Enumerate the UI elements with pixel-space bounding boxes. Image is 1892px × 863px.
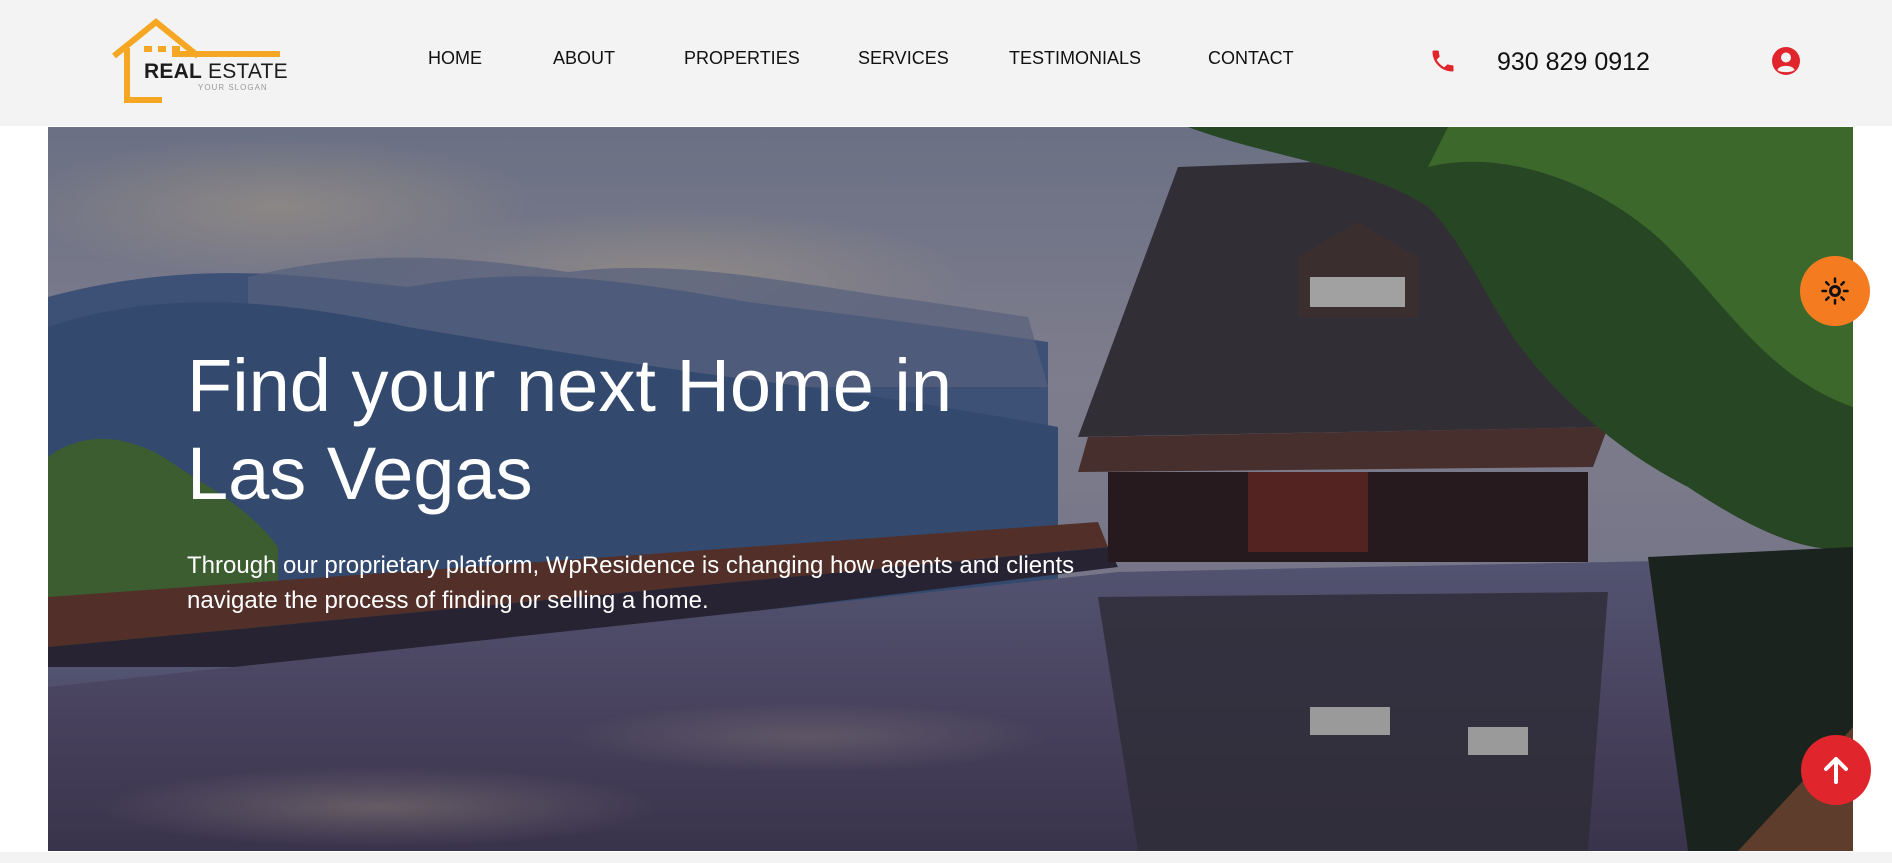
nav-testimonials[interactable]: TESTIMONIALS xyxy=(1009,48,1141,69)
brand-name-part1: REAL xyxy=(144,60,202,83)
hero-subtitle: Through our proprietary platform, WpResi… xyxy=(187,552,1075,614)
brand-slogan: YOUR SLOGAN xyxy=(198,83,268,92)
hero-banner: Find your next Home in Las Vegas Through… xyxy=(48,127,1853,851)
nav-properties[interactable]: PROPERTIES xyxy=(684,48,800,69)
sun-icon xyxy=(1821,277,1849,305)
page-bottom-strip xyxy=(0,852,1892,863)
theme-toggle-button[interactable] xyxy=(1800,256,1870,326)
scroll-to-top-button[interactable] xyxy=(1801,735,1871,805)
phone-number[interactable]: 930 829 0912 xyxy=(1497,48,1650,77)
site-header: REAL ESTATE YOUR SLOGAN HOME ABOUT PROPE… xyxy=(0,0,1892,126)
nav-services[interactable]: SERVICES xyxy=(858,48,949,69)
brand-logo[interactable]: REAL ESTATE YOUR SLOGAN xyxy=(110,18,288,106)
brand-name: REAL ESTATE xyxy=(144,60,288,84)
nav-about[interactable]: ABOUT xyxy=(553,48,615,69)
hero-title: Find your next Home in Las Vegas xyxy=(187,344,953,515)
nav-home[interactable]: HOME xyxy=(428,48,482,69)
nav-contact[interactable]: CONTACT xyxy=(1208,48,1294,69)
user-icon[interactable] xyxy=(1771,46,1801,76)
phone-icon[interactable] xyxy=(1429,47,1457,75)
arrow-up-icon xyxy=(1824,757,1848,784)
brand-name-part2: ESTATE xyxy=(208,60,288,83)
